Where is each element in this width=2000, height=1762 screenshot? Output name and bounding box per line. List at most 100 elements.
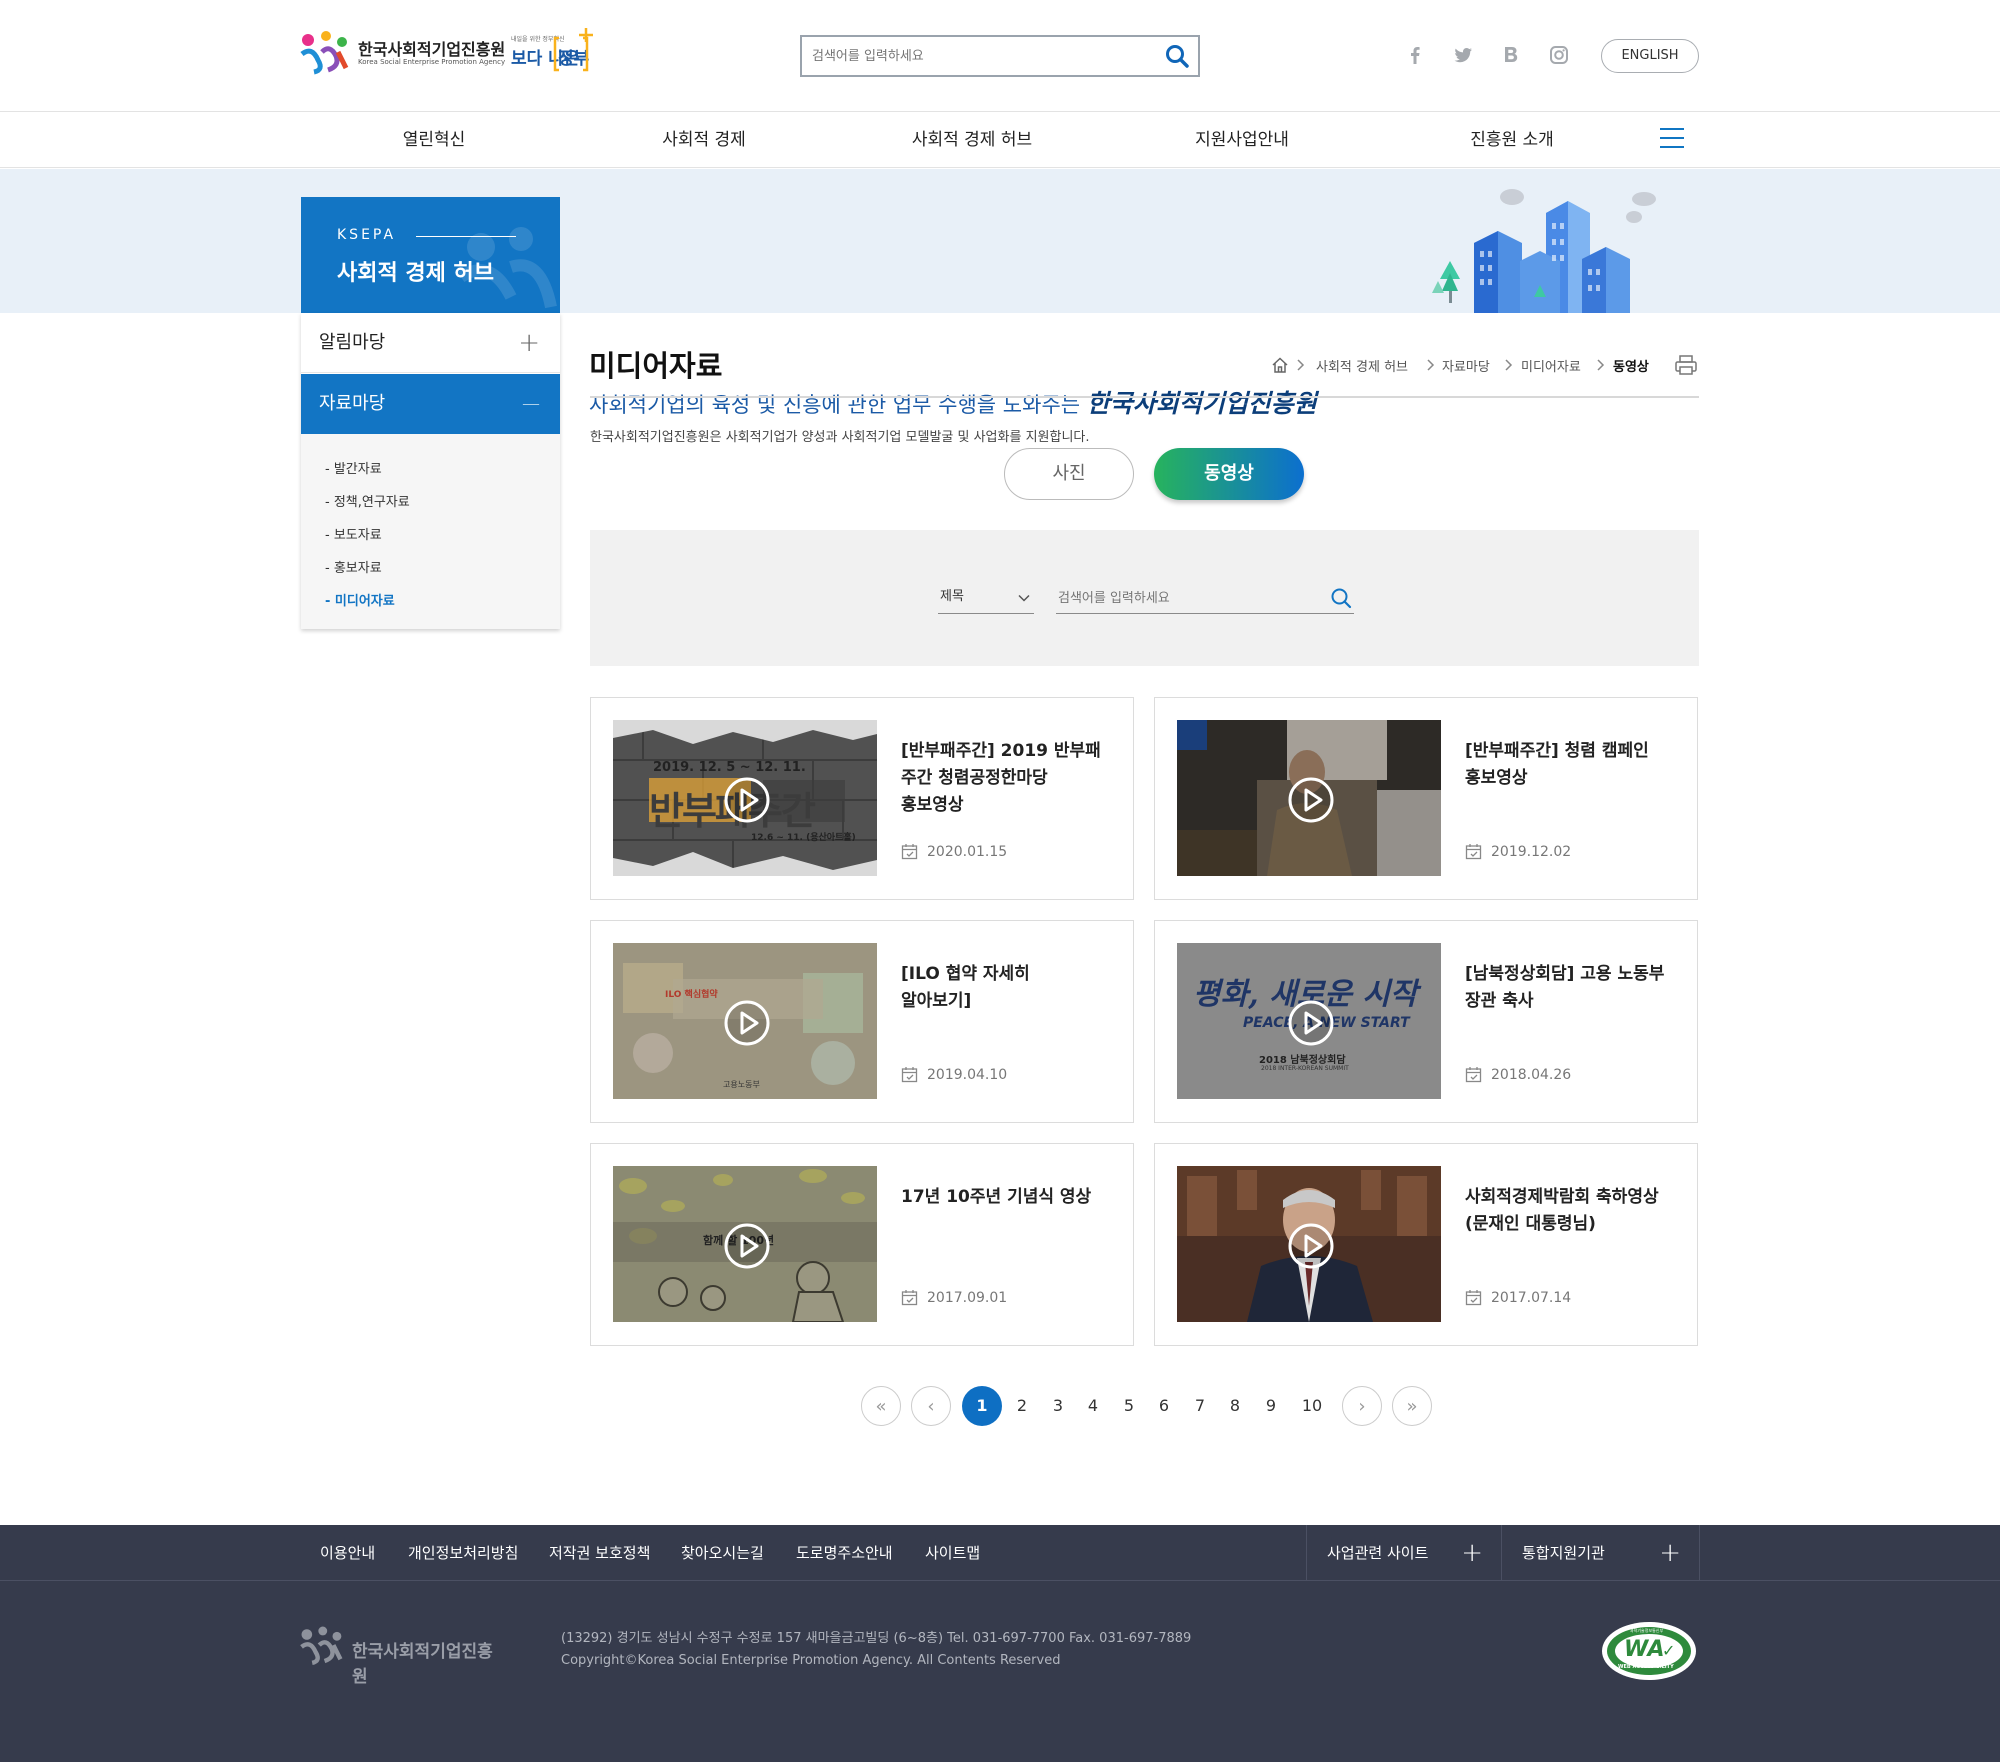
pagination-page[interactable]: 5 — [1109, 1386, 1149, 1426]
pagination-page[interactable]: 6 — [1144, 1386, 1184, 1426]
play-icon[interactable] — [1287, 999, 1335, 1047]
video-thumbnail[interactable]: 함께 할 100년 — [613, 1166, 877, 1322]
pagination-page[interactable]: 8 — [1215, 1386, 1255, 1426]
footer-address-block: (13292) 경기도 성남시 수정구 수정로 157 새마을금고빌딩 (6~8… — [561, 1628, 1191, 1672]
global-search-input[interactable] — [812, 45, 1152, 67]
pagination-page[interactable]: 2 — [1002, 1386, 1042, 1426]
pagination-page[interactable]: 10 — [1292, 1386, 1332, 1426]
search-field-select[interactable]: 제목 — [938, 582, 1034, 614]
facebook-icon[interactable] — [1404, 44, 1426, 66]
video-thumbnail[interactable] — [1177, 720, 1441, 876]
site-logo[interactable]: 한국사회적기업진흥원 Korea Social Enterprise Promo… — [298, 28, 618, 78]
video-title[interactable]: [남북정상회담] 고용 노동부 장관 축사 — [1465, 961, 1670, 1015]
footer-link-address[interactable]: 도로명주소안내 — [796, 1525, 893, 1581]
video-card[interactable]: 평화, 새로운 시작 PEACE, A NEW START 2018 남북정상회… — [1154, 920, 1698, 1123]
footer-logo: 한국사회적기업진흥원 — [298, 1625, 508, 1687]
hamburger-menu-icon[interactable] — [1660, 128, 1684, 150]
tab-video[interactable]: 동영상 — [1154, 448, 1304, 500]
pagination-page-current[interactable]: 1 — [962, 1386, 1002, 1426]
pagination-first-button[interactable]: « — [861, 1386, 901, 1426]
submenu-item-promotion[interactable]: - 홍보자료 — [325, 557, 382, 576]
video-card[interactable]: [반부패주간] 청렴 캠페인 홍보영상 2019.12.02 — [1154, 697, 1698, 900]
video-date-text: 2020.01.15 — [927, 844, 1008, 860]
submenu-item-policy-research[interactable]: - 정책,연구자료 — [325, 491, 410, 510]
footer-link-directions[interactable]: 찾아오시는길 — [681, 1525, 764, 1581]
submenu-item-publications[interactable]: - 발간자료 — [325, 458, 382, 477]
ksepa-logo-mark-icon — [300, 1626, 343, 1665]
ksepa-logo-mark-icon — [300, 31, 349, 75]
breadcrumb-item[interactable]: 사회적 경제 허브 — [1316, 356, 1408, 375]
pagination-last-button[interactable]: » — [1392, 1386, 1432, 1426]
pagination-page[interactable]: 7 — [1180, 1386, 1220, 1426]
video-card[interactable]: ILO 핵심협약 고용노동부 [ILO 협약 자세히 알아보기] 2019.04… — [590, 920, 1134, 1123]
calendar-icon — [1465, 1067, 1482, 1083]
footer-link-privacy[interactable]: 개인정보처리방침 — [408, 1525, 518, 1581]
play-icon[interactable] — [723, 1222, 771, 1270]
home-icon[interactable] — [1271, 356, 1289, 374]
search-icon[interactable] — [1164, 43, 1190, 69]
calendar-icon — [901, 1290, 918, 1306]
play-icon[interactable] — [1287, 776, 1335, 824]
page-title: 미디어자료 — [589, 349, 723, 383]
footer-related-sites-select[interactable]: 사업관련 사이트 + — [1306, 1525, 1501, 1581]
side-menu-item-resources[interactable]: 자료마당 — — [301, 374, 560, 434]
video-thumbnail[interactable] — [1177, 1166, 1441, 1322]
title-divider — [590, 396, 1699, 398]
footer-link-usage[interactable]: 이용안내 — [320, 1525, 375, 1581]
blog-icon[interactable] — [1500, 44, 1522, 66]
submenu-item-media[interactable]: - 미디어자료 — [325, 590, 395, 609]
video-card[interactable]: 함께 할 100년 17년 10주년 기념식 영상 2017.09.01 — [590, 1143, 1134, 1346]
video-title[interactable]: [반부패주간] 2019 반부패 주간 청렴공정한마당 홍보영상 — [901, 738, 1106, 819]
calendar-icon — [1465, 1290, 1482, 1306]
pagination-page[interactable]: 3 — [1038, 1386, 1078, 1426]
twitter-icon[interactable] — [1452, 44, 1474, 66]
video-title[interactable]: [반부패주간] 청렴 캠페인 홍보영상 — [1465, 738, 1670, 792]
breadcrumb-item[interactable]: 자료마당 — [1442, 356, 1490, 375]
play-icon[interactable] — [723, 776, 771, 824]
submenu-item-press[interactable]: - 보도자료 — [325, 524, 382, 543]
print-icon[interactable] — [1674, 354, 1698, 376]
wa-person-icon: ✓ — [1662, 1641, 1676, 1660]
gnb-item-about[interactable]: 진흥원 소개 — [1412, 112, 1612, 168]
video-title[interactable]: [ILO 협약 자세히 알아보기] — [901, 961, 1106, 1015]
footer-link-copyright[interactable]: 저작권 보호정책 — [549, 1525, 650, 1581]
gnb-item-open-innovation[interactable]: 열린혁신 — [334, 112, 534, 168]
video-thumbnail[interactable]: 2019. 12. 5 ~ 12. 11. 반부패주간 12.6 ~ 11. (… — [613, 720, 877, 876]
board-search: 제목 — [590, 530, 1699, 666]
footer-integrated-agencies-select[interactable]: 통합지원기관 + — [1501, 1525, 1700, 1581]
play-icon[interactable] — [723, 999, 771, 1047]
search-icon[interactable] — [1330, 587, 1352, 609]
gnb-item-social-economy[interactable]: 사회적 경제 — [604, 112, 804, 168]
chevron-right-icon — [1297, 359, 1305, 371]
tab-photo[interactable]: 사진 — [1004, 448, 1134, 500]
video-card[interactable]: 사회적경제박람회 축하영상(문재인 대통령님) 2017.07.14 — [1154, 1143, 1698, 1346]
instagram-icon[interactable] — [1548, 44, 1570, 66]
english-button[interactable]: ENGLISH — [1601, 39, 1699, 73]
board-search-input[interactable] — [1058, 588, 1308, 608]
video-title[interactable]: 17년 10주년 기념식 영상 — [901, 1184, 1106, 1211]
footer-link-sitemap[interactable]: 사이트맵 — [925, 1525, 980, 1581]
pagination-page[interactable]: 9 — [1251, 1386, 1291, 1426]
logo-name-en: Korea Social Enterprise Promotion Agency — [358, 58, 506, 66]
pagination-prev-button[interactable]: ‹ — [911, 1386, 951, 1426]
play-icon[interactable] — [1287, 1222, 1335, 1270]
pagination-next-button[interactable]: › — [1342, 1386, 1382, 1426]
video-thumbnail[interactable]: 평화, 새로운 시작 PEACE, A NEW START 2018 남북정상회… — [1177, 943, 1441, 1099]
minus-icon: — — [522, 393, 540, 414]
video-date: 2018.04.26 — [1465, 1067, 1571, 1083]
pagination-page[interactable]: 4 — [1073, 1386, 1113, 1426]
side-section-header: KSEPA 사회적 경제 허브 — [301, 197, 560, 313]
web-accessibility-mark[interactable]: WA ✓ WEB ACCESSIBILITY 과학기술정보통신부 — [1600, 1620, 1698, 1682]
gnb-item-social-economy-hub[interactable]: 사회적 경제 허브 — [872, 112, 1072, 168]
calendar-icon — [1465, 844, 1482, 860]
video-thumbnail[interactable]: ILO 핵심협약 고용노동부 — [613, 943, 877, 1099]
gnb-item-support-programs[interactable]: 지원사업안내 — [1142, 112, 1342, 168]
chevron-down-icon — [1018, 594, 1030, 602]
site-footer: 이용안내 개인정보처리방침 저작권 보호정책 찾아오시는길 도로명주소안내 사이… — [0, 1525, 2000, 1762]
video-date: 2017.07.14 — [1465, 1290, 1571, 1306]
side-menu: 알림마당 + 자료마당 — - 발간자료 - 정책,연구자료 - 보도자료 - … — [301, 313, 560, 629]
video-card[interactable]: 2019. 12. 5 ~ 12. 11. 반부패주간 12.6 ~ 11. (… — [590, 697, 1134, 900]
video-title[interactable]: 사회적경제박람회 축하영상(문재인 대통령님) — [1465, 1184, 1670, 1238]
breadcrumb-item[interactable]: 미디어자료 — [1521, 356, 1581, 375]
side-menu-item-notice[interactable]: 알림마당 + — [301, 313, 560, 373]
